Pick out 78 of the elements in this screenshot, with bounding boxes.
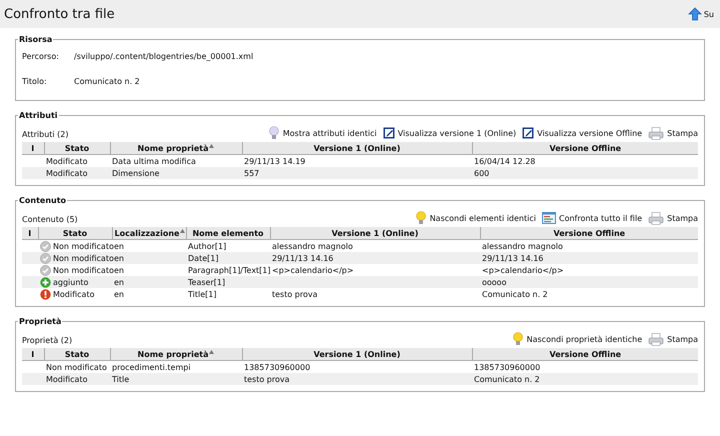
table-cell: 29/11/13 14.16 — [482, 254, 544, 262]
table-cell: alessandro magnolo — [482, 242, 563, 250]
table-cell: Date[1] — [188, 254, 218, 262]
table-cell: ooooo — [482, 278, 506, 286]
panel-legend: Risorsa — [18, 35, 54, 44]
table-cell: en — [114, 242, 124, 250]
table-cell: Modificato — [53, 290, 94, 298]
table-cell: Data ultima modifica — [112, 156, 196, 166]
table-cell: 1385730960000 — [244, 362, 310, 372]
column-header[interactable]: Stato — [38, 227, 112, 240]
column-header[interactable]: I — [22, 142, 44, 154]
table-cell: 16/04/14 12.28 — [474, 156, 536, 166]
table-cell: Modificato — [46, 374, 88, 384]
column-header[interactable]: I — [22, 227, 38, 240]
toolbar-link[interactable]: Visualizza versione 1 (Online) — [382, 127, 516, 139]
field-label: Titolo: — [22, 77, 48, 86]
toolbar-link[interactable]: Nascondi elementi identici — [414, 211, 536, 225]
item-count: Attributi (2) — [22, 130, 68, 140]
toolbar-link[interactable]: Stampa — [648, 332, 698, 346]
field-value: Comunicato n. 2 — [74, 77, 140, 86]
table-cell: Dimensione — [112, 168, 160, 178]
column-header[interactable]: Versione Offline — [480, 227, 698, 240]
table-cell: testo prova — [244, 374, 290, 384]
table-cell: Title[1] — [188, 290, 216, 298]
table-cell: en — [114, 254, 124, 262]
toolbar-link[interactable]: Stampa — [648, 126, 698, 140]
up-link[interactable]: Su — [688, 7, 714, 21]
table-cell: testo prova — [272, 290, 318, 298]
column-header[interactable]: Versione Offline — [472, 348, 698, 360]
table-cell: 557 — [244, 168, 260, 178]
table-cell: <p>calendario</p> — [482, 266, 564, 274]
table-cell: Non modificato — [53, 242, 114, 250]
field-label: Percorso: — [22, 52, 60, 61]
table-cell: Author[1] — [188, 242, 226, 250]
table-cell: 29/11/13 14.19 — [244, 156, 306, 166]
table-cell: 29/11/13 14.16 — [272, 254, 334, 262]
column-header[interactable]: Versione 1 (Online) — [242, 348, 472, 360]
table-cell: Modificato — [46, 168, 88, 178]
toolbar-link[interactable]: Mostra attributi identici — [268, 126, 377, 140]
table-cell: aggiunto — [53, 278, 88, 286]
table-cell: Comunicato n. 2 — [474, 374, 540, 384]
panel-legend: Proprietà — [18, 317, 62, 326]
column-header[interactable]: Stato — [44, 348, 110, 360]
column-header[interactable]: Localizzazione — [112, 227, 186, 240]
field-value: /sviluppo/.content/blogentries/be_00001.xml — [74, 52, 254, 61]
toolbar-link[interactable]: Visualizza versione Offline — [522, 127, 642, 139]
table-cell: en — [114, 266, 124, 274]
table-cell: Modificato — [46, 156, 88, 166]
column-header[interactable]: Stato — [44, 142, 110, 154]
table-cell: Non modificato — [53, 266, 114, 274]
column-header[interactable]: Nome elemento — [186, 227, 270, 240]
table-cell: Non modificato — [53, 254, 114, 262]
item-count: Contenuto (5) — [22, 215, 78, 225]
toolbar-link[interactable]: Stampa — [648, 212, 698, 224]
column-header[interactable]: Versione 1 (Online) — [242, 142, 472, 154]
column-header[interactable]: Versione 1 (Online) — [270, 227, 480, 240]
column-header[interactable]: I — [22, 348, 44, 360]
table-cell: Teaser[1] — [188, 278, 226, 286]
table-cell: Title — [112, 374, 130, 384]
table-cell: Paragraph[1]/Text[1] — [188, 266, 271, 274]
table-cell: procedimenti.tempi — [112, 362, 191, 372]
toolbar-link[interactable]: Confronta tutto il file — [542, 212, 642, 224]
table-cell: 600 — [474, 168, 490, 178]
table-cell: 1385730960000 — [474, 362, 540, 372]
column-header[interactable]: Nome proprietà — [110, 348, 242, 360]
table-cell: Comunicato n. 2 — [482, 290, 548, 298]
page-title: Confronto tra file — [4, 6, 115, 22]
column-header[interactable]: Versione Offline — [472, 142, 698, 154]
table-cell: en — [114, 278, 124, 286]
table-cell: <p>calendario</p> — [272, 266, 354, 274]
panel-legend: Attributi — [18, 111, 59, 120]
table-cell: en — [114, 290, 124, 298]
toolbar-link[interactable]: Nascondi proprietà identiche — [512, 332, 642, 346]
panel-legend: Contenuto — [18, 196, 68, 205]
column-header[interactable]: Nome proprietà — [110, 142, 242, 154]
item-count: Proprietà (2) — [22, 336, 72, 346]
table-cell: Non modificato — [46, 362, 107, 372]
table-cell: alessandro magnolo — [272, 242, 353, 250]
